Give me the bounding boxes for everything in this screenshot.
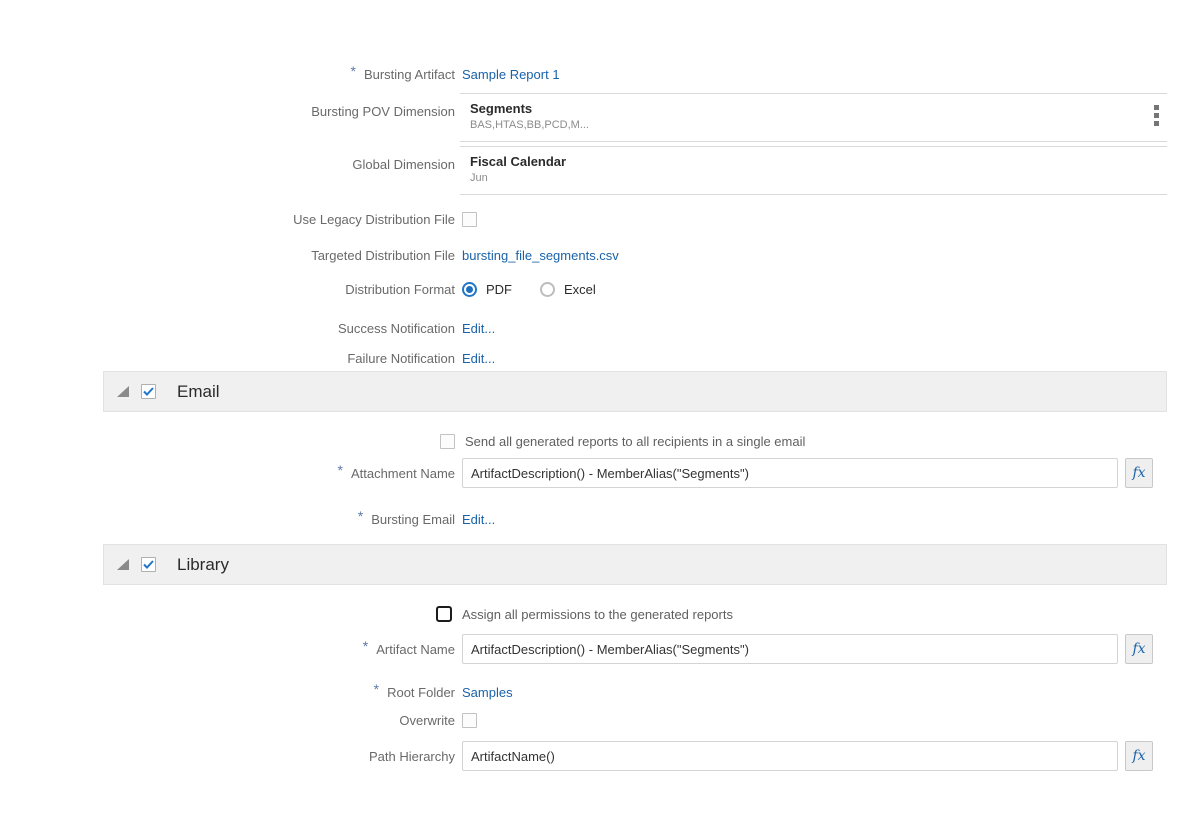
overwrite-row: Overwrite: [0, 710, 1186, 730]
success-notification-edit-link[interactable]: Edit...: [462, 321, 495, 336]
assign-permissions-label: Assign all permissions to the generated …: [462, 607, 733, 622]
bursting-email-label: * Bursting Email: [0, 511, 455, 527]
bursting-definition-form: * Bursting Artifact Sample Report 1 Burs…: [0, 0, 1186, 771]
targeted-distribution-label: Targeted Distribution File: [0, 248, 455, 263]
artifact-name-input[interactable]: [462, 634, 1118, 664]
radio-option-pdf[interactable]: PDF: [462, 282, 512, 297]
required-marker: *: [374, 681, 379, 697]
attachment-name-label: * Attachment Name: [0, 465, 455, 481]
pov-dimension-members: BAS,HTAS,BB,PCD,M...: [470, 119, 1141, 131]
library-section-title: Library: [177, 555, 229, 575]
targeted-distribution-link[interactable]: bursting_file_segments.csv: [462, 248, 619, 263]
use-legacy-distribution-label: Use Legacy Distribution File: [0, 212, 455, 227]
library-section-header[interactable]: Library: [103, 544, 1167, 585]
collapse-triangle-icon[interactable]: [117, 559, 129, 570]
artifact-name-fx-button[interactable]: fx: [1125, 634, 1153, 664]
failure-notification-label: Failure Notification: [0, 351, 455, 366]
distribution-format-row: Distribution Format PDF Excel: [0, 279, 1186, 299]
bursting-email-edit-link[interactable]: Edit...: [462, 512, 495, 527]
attachment-name-input[interactable]: [462, 458, 1118, 488]
root-folder-label: * Root Folder: [0, 684, 455, 700]
assign-permissions-row: Assign all permissions to the generated …: [0, 604, 1186, 624]
distribution-format-group: PDF Excel: [462, 282, 596, 297]
single-email-checkbox[interactable]: [440, 434, 455, 449]
global-dimension-row: Global Dimension Fiscal Calendar Jun: [0, 146, 1186, 195]
use-legacy-distribution-row: Use Legacy Distribution File: [0, 209, 1186, 229]
email-section-checkbox[interactable]: [141, 384, 156, 399]
bursting-pov-dimension-field[interactable]: Segments BAS,HTAS,BB,PCD,M...: [460, 93, 1167, 142]
bursting-artifact-row: * Bursting Artifact Sample Report 1: [0, 66, 1186, 82]
required-marker: *: [338, 462, 343, 478]
path-hierarchy-fx-button[interactable]: fx: [1125, 741, 1153, 771]
success-notification-label: Success Notification: [0, 321, 455, 336]
path-hierarchy-row: Path Hierarchy fx: [0, 741, 1186, 771]
artifact-name-row: * Artifact Name fx: [0, 634, 1186, 664]
required-marker: *: [358, 508, 363, 524]
assign-permissions-checkbox[interactable]: [436, 606, 452, 622]
pdf-radio[interactable]: [462, 282, 477, 297]
global-dimension-member: Jun: [470, 172, 1141, 184]
success-notification-row: Success Notification Edit...: [0, 318, 1186, 338]
bursting-pov-dimension-label: Bursting POV Dimension: [0, 93, 455, 119]
pov-dimension-name: Segments: [470, 101, 1141, 116]
single-email-row: Send all generated reports to all recipi…: [0, 431, 1186, 451]
attachment-name-fx-button[interactable]: fx: [1125, 458, 1153, 488]
single-email-label: Send all generated reports to all recipi…: [465, 434, 805, 449]
bursting-pov-dimension-row: Bursting POV Dimension Segments BAS,HTAS…: [0, 93, 1186, 142]
overwrite-label: Overwrite: [0, 713, 455, 728]
artifact-name-label: * Artifact Name: [0, 641, 455, 657]
email-section-header[interactable]: Email: [103, 371, 1167, 412]
use-legacy-distribution-checkbox[interactable]: [462, 212, 477, 227]
bursting-artifact-label: * Bursting Artifact: [0, 66, 455, 82]
failure-notification-row: Failure Notification Edit...: [0, 348, 1186, 368]
library-section-checkbox[interactable]: [141, 557, 156, 572]
excel-radio[interactable]: [540, 282, 555, 297]
targeted-distribution-row: Targeted Distribution File bursting_file…: [0, 245, 1186, 265]
path-hierarchy-label: Path Hierarchy: [0, 749, 455, 764]
failure-notification-edit-link[interactable]: Edit...: [462, 351, 495, 366]
email-section-title: Email: [177, 382, 220, 402]
global-dimension-name: Fiscal Calendar: [470, 154, 1141, 169]
collapse-triangle-icon[interactable]: [117, 386, 129, 397]
attachment-name-row: * Attachment Name fx: [0, 458, 1186, 488]
root-folder-link[interactable]: Samples: [462, 685, 513, 700]
bursting-email-row: * Bursting Email Edit...: [0, 509, 1186, 529]
path-hierarchy-input[interactable]: [462, 741, 1118, 771]
distribution-format-label: Distribution Format: [0, 282, 455, 297]
root-folder-row: * Root Folder Samples: [0, 682, 1186, 702]
radio-option-excel[interactable]: Excel: [540, 282, 596, 297]
global-dimension-field[interactable]: Fiscal Calendar Jun: [460, 146, 1167, 195]
bursting-artifact-link[interactable]: Sample Report 1: [462, 67, 560, 82]
overwrite-checkbox[interactable]: [462, 713, 477, 728]
required-marker: *: [351, 63, 356, 79]
required-marker: *: [363, 638, 368, 654]
kebab-menu-icon[interactable]: [1154, 105, 1159, 126]
global-dimension-label: Global Dimension: [0, 146, 455, 172]
